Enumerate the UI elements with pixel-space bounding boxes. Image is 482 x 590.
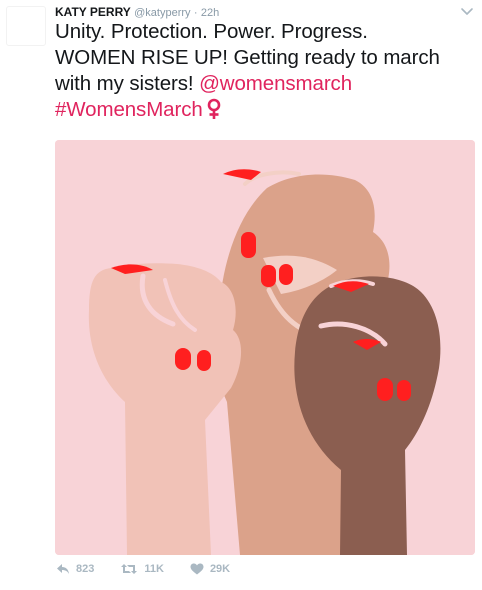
author-name[interactable]: KATY PERRY <box>55 5 131 19</box>
venus-emoji-icon <box>207 98 220 119</box>
tweet-media-image[interactable] <box>55 140 475 555</box>
like-button[interactable]: 29K <box>190 563 230 575</box>
mention-link[interactable]: @womensmarch <box>199 72 352 95</box>
retweet-button[interactable]: 11K <box>120 563 164 575</box>
heart-icon <box>190 563 204 575</box>
retweet-icon <box>121 564 138 574</box>
tweet-text-fragment: with my sisters! <box>55 72 200 95</box>
raised-fists-illustration <box>55 140 475 555</box>
separator-dot: · <box>193 7 198 19</box>
tweet-text-line: with my sisters! @womensmarch <box>55 71 475 97</box>
retweet-count: 11K <box>144 563 164 575</box>
tweet-text: Unity. Protection. Power. Progress. WOME… <box>55 19 475 123</box>
avatar[interactable] <box>6 6 46 46</box>
reply-button[interactable]: 823 <box>56 563 94 575</box>
tweet-actions: 823 11K 29K <box>56 563 256 575</box>
reply-count: 823 <box>76 563 95 575</box>
tweet-text-line: Unity. Protection. Power. Progress. <box>55 20 368 43</box>
tweet-timestamp[interactable]: 22h <box>201 7 219 19</box>
like-count: 29K <box>209 563 231 575</box>
tweet-card: KATY PERRY @katyperry · 22h Unity. Prote… <box>0 0 482 590</box>
hashtag-link[interactable]: #WomensMarch <box>55 98 203 121</box>
author-handle[interactable]: @katyperry <box>134 7 190 19</box>
chevron-down-icon[interactable] <box>460 6 474 16</box>
tweet-text-line: WOMEN RISE UP! Getting ready to march <box>55 46 440 69</box>
tweet-text-line: #WomensMarch <box>55 97 475 123</box>
reply-icon <box>57 564 69 574</box>
